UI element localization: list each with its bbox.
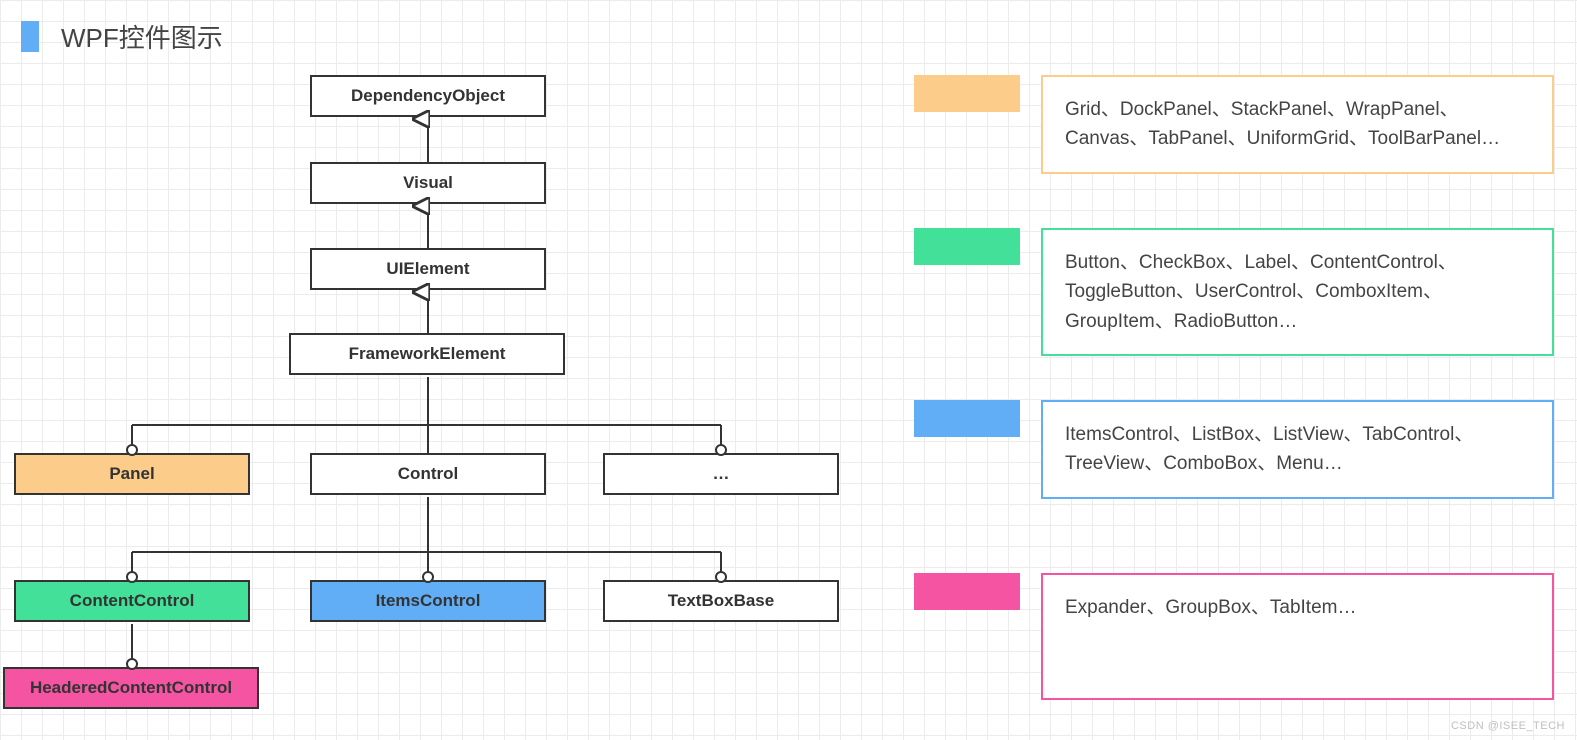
legend-desc-panel: Grid、DockPanel、StackPanel、WrapPanel、Canv… (1041, 75, 1554, 174)
legend-desc-contentcontrol: Button、CheckBox、Label、ContentControl、Tog… (1041, 228, 1554, 356)
legend-swatch-contentcontrol (914, 228, 1020, 265)
legend-swatch-itemscontrol (914, 400, 1020, 437)
legend-desc-headered: Expander、GroupBox、TabItem… (1041, 573, 1554, 700)
hierarchy-connectors (0, 0, 900, 740)
legend-swatch-panel (914, 75, 1020, 112)
legend-desc-itemscontrol: ItemsControl、ListBox、ListView、TabControl… (1041, 400, 1554, 499)
legend-swatch-headered (914, 573, 1020, 610)
watermark: CSDN @ISEE_TECH (1451, 720, 1565, 732)
